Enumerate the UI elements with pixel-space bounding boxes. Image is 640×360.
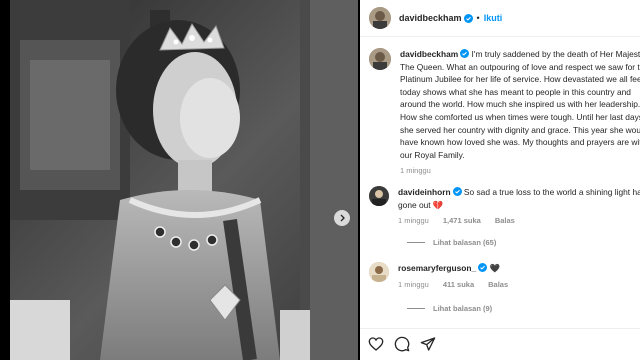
comments-list: davidbeckham I'm truly saddened by the d… [360, 38, 640, 328]
send-icon[interactable] [420, 336, 436, 352]
reply-button[interactable]: Balas [495, 215, 515, 228]
post-actions [368, 336, 436, 352]
caption-username[interactable]: davidbeckham [400, 49, 458, 59]
caption: davidbeckham I'm truly saddened by the d… [369, 48, 640, 178]
commenter-avatar[interactable] [369, 186, 389, 206]
commenter-username[interactable]: rosemaryferguson_ [398, 263, 476, 273]
author-avatar[interactable] [369, 7, 391, 29]
caption-avatar[interactable] [369, 48, 391, 70]
comment-item: rosemaryferguson_ 🖤 1 minggu 411 suka Ba… [369, 262, 640, 291]
comment-icon[interactable] [394, 336, 410, 352]
heart-icon[interactable] [368, 336, 384, 352]
post-sidebar: davidbeckham • Ikuti davidbeckham I'm tr… [360, 0, 640, 360]
chevron-right-icon [340, 214, 345, 222]
view-replies-label: Lihat balasan (9) [433, 304, 493, 313]
separator-dot: • [476, 13, 480, 23]
replies-line [407, 308, 425, 309]
commenter-username[interactable]: davideinhorn [398, 187, 451, 197]
post-photo[interactable] [10, 0, 358, 360]
view-replies-button[interactable]: Lihat balasan (65) [407, 238, 496, 247]
post-header: davidbeckham • Ikuti [360, 0, 640, 37]
comment-time[interactable]: 1 minggu [398, 215, 429, 228]
caption-time[interactable]: 1 minggu [400, 165, 431, 178]
follow-button[interactable]: Ikuti [484, 13, 503, 23]
comment-text: 🖤 [487, 263, 500, 273]
actions-divider [360, 328, 640, 329]
view-replies-button[interactable]: Lihat balasan (9) [407, 304, 492, 313]
comment-time[interactable]: 1 minggu [398, 279, 429, 292]
author-username[interactable]: davidbeckham [399, 13, 462, 23]
commenter-avatar[interactable] [369, 262, 389, 282]
caption-text: I'm truly saddened by the death of Her M… [400, 49, 640, 160]
verified-badge-icon [463, 13, 473, 23]
replies-line [407, 242, 425, 243]
view-replies-label: Lihat balasan (65) [433, 238, 497, 247]
verified-badge-icon [478, 263, 488, 272]
comment-item: davideinhorn So sad a true loss to the w… [369, 186, 640, 228]
comment-likes[interactable]: 1,471 suka [443, 215, 481, 228]
comment-likes[interactable]: 411 suka [443, 279, 474, 292]
portrait-image [10, 0, 358, 360]
next-image-button[interactable] [334, 210, 350, 226]
verified-badge-icon [460, 49, 470, 58]
left-frame [0, 0, 10, 360]
verified-badge-icon [452, 187, 462, 196]
reply-button[interactable]: Balas [488, 279, 508, 292]
